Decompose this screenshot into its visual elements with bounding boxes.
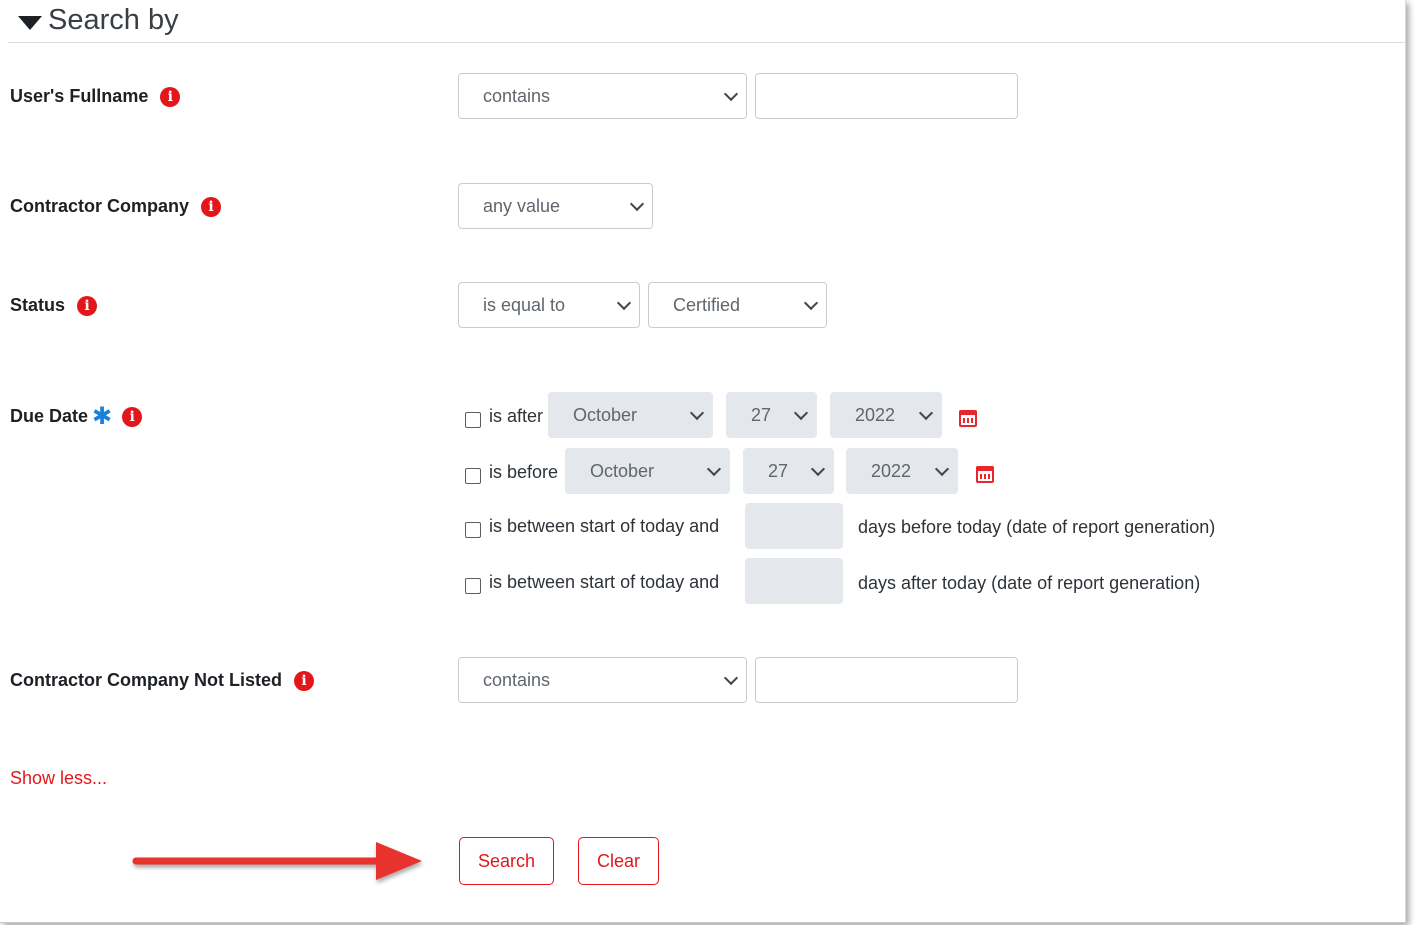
chevron-down-icon [706,461,722,477]
due-date-label: Due Date ✱ i [10,402,143,431]
due-between-before-checkbox[interactable] [465,522,481,538]
show-less-link[interactable]: Show less... [10,768,107,789]
due-before-day-value: 27 [768,460,789,481]
status-value: Certified [673,294,741,315]
chevron-down-icon [723,86,739,102]
company-operator-value: any value [483,195,561,216]
chevron-down-icon [689,405,705,421]
due-days-after-suffix: days after today (date of report generat… [858,573,1201,593]
due-between-before-label: is between start of today and [489,516,720,536]
status-label: Status i [10,295,98,316]
required-asterisk-icon: ✱ [92,403,113,430]
chevron-down-icon [803,295,819,311]
calendar-icon[interactable] [976,466,994,483]
due-days-before-suffix: days before today (date of report genera… [858,517,1216,537]
due-after-month-select[interactable]: October [548,392,713,438]
legend-divider [8,42,1405,43]
not-listed-operator-value: contains [483,669,551,690]
status-value-select[interactable]: Certified [648,282,827,328]
company-label-text: Contractor Company [10,196,190,216]
due-date-label-text: Due Date [10,406,89,426]
due-after-month-value: October [573,404,638,425]
due-before-day-select[interactable]: 27 [743,448,834,494]
due-days-after-input[interactable] [745,558,843,604]
chevron-down-icon [934,461,950,477]
due-after-year-value: 2022 [855,404,896,425]
not-listed-value-input[interactable] [755,657,1018,703]
not-listed-label-text: Contractor Company Not Listed [10,670,283,690]
arrow-right-icon [132,842,422,880]
calendar-icon[interactable] [959,410,977,427]
status-operator-value: is equal to [483,294,566,315]
status-label-text: Status [10,295,66,315]
company-operator-select[interactable]: any value [458,183,653,229]
search-button[interactable]: Search [459,837,554,885]
chevron-down-icon [616,295,632,311]
company-label: Contractor Company i [10,196,222,217]
info-icon[interactable]: i [122,406,143,427]
due-after-label: is after [489,406,544,426]
due-between-after-label: is between start of today and [489,572,720,592]
info-icon[interactable]: i [201,196,222,217]
due-between-after-checkbox[interactable] [465,578,481,594]
caret-down-icon [18,15,42,30]
chevron-down-icon [629,196,645,212]
due-days-before-input[interactable] [745,503,843,549]
due-before-year-select[interactable]: 2022 [846,448,958,494]
due-after-year-select[interactable]: 2022 [830,392,942,438]
not-listed-label: Contractor Company Not Listed i [10,670,315,691]
fullname-operator-select[interactable]: contains [458,73,747,119]
info-icon[interactable]: i [294,670,315,691]
status-operator-select[interactable]: is equal to [458,282,640,328]
due-after-day-select[interactable]: 27 [726,392,817,438]
chevron-down-icon [723,670,739,686]
due-before-label: is before [489,462,559,482]
search-by-toggle[interactable]: Search by [18,4,179,37]
info-icon[interactable]: i [77,295,98,316]
fullname-label: User's Fullname i [10,86,181,107]
chevron-down-icon [810,461,826,477]
due-before-month-value: October [590,460,655,481]
info-icon[interactable]: i [160,86,181,107]
fullname-label-text: User's Fullname [10,86,149,106]
search-form-panel: Search by User's Fullname i contains Con… [0,0,1406,923]
chevron-down-icon [793,405,809,421]
due-before-year-value: 2022 [871,460,912,481]
legend-title: Search by [48,4,179,36]
due-before-month-select[interactable]: October [565,448,730,494]
chevron-down-icon [918,405,934,421]
fullname-value-input[interactable] [755,73,1018,119]
due-after-checkbox[interactable] [465,412,481,428]
fullname-operator-value: contains [483,85,551,106]
due-after-day-value: 27 [751,404,772,425]
due-before-checkbox[interactable] [465,468,481,484]
clear-button[interactable]: Clear [578,837,659,885]
not-listed-operator-select[interactable]: contains [458,657,747,703]
